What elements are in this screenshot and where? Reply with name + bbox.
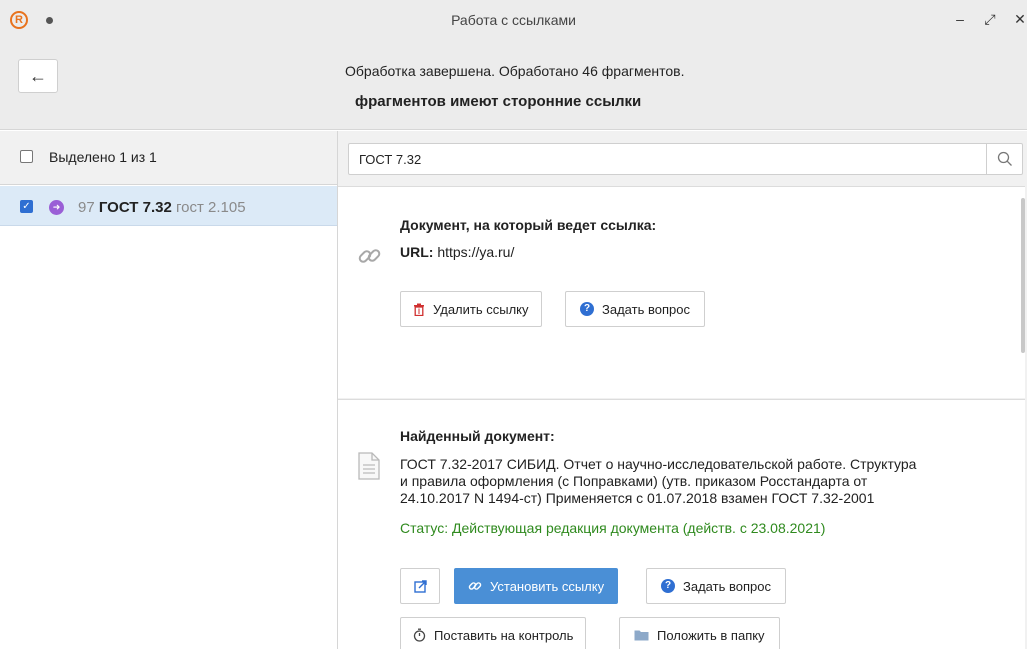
ask-question-button[interactable]: ? Задать вопрос (565, 291, 705, 327)
select-all-checkbox[interactable] (20, 150, 33, 163)
link-target-heading: Документ, на который ведет ссылка: (400, 217, 657, 233)
link-target-card: Документ, на который ведет ссылка: URL: … (338, 186, 1025, 398)
folder-icon (634, 630, 649, 641)
list-item[interactable]: ✓ ➜ 97 ГОСТ 7.32 гост 2.105 (0, 186, 337, 226)
document-status: Статус: Действующая редакция документа (… (400, 520, 826, 536)
ask-question-button[interactable]: ? Задать вопрос (646, 568, 786, 604)
trash-icon (414, 303, 424, 316)
found-document-description: ГОСТ 7.32-2017 СИБИД. Отчет о научно-исс… (400, 456, 916, 507)
details-panel: Документ, на который ведет ссылка: URL: … (338, 131, 1027, 649)
search-box (348, 143, 1023, 175)
stopwatch-icon (413, 628, 426, 642)
item-name: ГОСТ 7.32 (98, 199, 172, 216)
item-checkbox[interactable]: ✓ (20, 200, 33, 213)
select-all-row: Выделено 1 из 1 (0, 131, 337, 185)
list-item-text: 97 ГОСТ 7.32 гост 2.105 (78, 199, 246, 216)
ask-question-label: Задать вопрос (683, 578, 771, 594)
question-icon: ? (580, 302, 594, 316)
url-line: URL: https://ya.ru/ (400, 244, 514, 260)
found-document-card: Найденный документ: ГОСТ 7.32-2017 СИБИД… (338, 399, 1025, 649)
ask-question-label: Задать вопрос (602, 301, 690, 317)
selection-count-label: Выделено 1 из 1 (49, 149, 157, 165)
item-extra: гост 2.105 (176, 199, 246, 216)
question-icon: ? (661, 579, 675, 593)
window-title: Работа с ссылками (451, 12, 576, 28)
search-icon (997, 151, 1012, 166)
restore-button[interactable]: ⤢ (982, 11, 998, 27)
header: ← Обработка завершена. Обработано 46 фра… (0, 40, 1027, 130)
link-icon (358, 249, 381, 263)
link-icon (468, 582, 482, 590)
minimize-button[interactable]: – (952, 11, 968, 27)
reference-arrow-icon: ➜ (49, 200, 64, 215)
document-icon (358, 452, 380, 480)
external-link-icon (413, 579, 427, 593)
search-input[interactable] (349, 144, 985, 174)
set-link-button[interactable]: Установить ссылку (454, 568, 619, 604)
page-subtitle: фрагментов имеют сторонние ссылки (355, 93, 642, 110)
details-scrollbar[interactable] (1021, 198, 1025, 353)
arrow-left-icon: ← (29, 65, 47, 86)
description-line: ГОСТ 7.32-2017 СИБИД. Отчет о научно-исс… (400, 456, 917, 472)
close-button[interactable]: ✕ (1012, 11, 1027, 27)
add-to-folder-button[interactable]: Положить в папку (619, 617, 780, 649)
url-label: URL: (400, 244, 434, 260)
description-line: и правила оформления (с Поправками) (утв… (400, 473, 868, 489)
url-value: https://ya.ru/ (437, 244, 515, 260)
put-on-control-label: Поставить на контроль (434, 627, 574, 643)
open-document-button[interactable] (400, 568, 440, 604)
delete-link-label: Удалить ссылку (433, 301, 529, 317)
fragments-list-panel: Выделено 1 из 1 ✓ ➜ 97 ГОСТ 7.32 гост 2.… (0, 131, 338, 649)
put-on-control-button[interactable]: Поставить на контроль (400, 617, 587, 649)
description-line: 24.10.2017 N 1494-ст) Применяется с 01.0… (400, 490, 875, 506)
item-number: 97 (78, 199, 95, 216)
title-bar: R Работа с ссылками – ⤢ ✕ (0, 0, 1027, 40)
set-link-label: Установить ссылку (490, 578, 605, 594)
found-document-heading: Найденный документ: (400, 428, 555, 444)
search-button[interactable] (986, 144, 1022, 174)
processing-status: Обработка завершена. Обработано 46 фрагм… (345, 63, 685, 79)
add-to-folder-label: Положить в папку (657, 627, 765, 643)
back-button[interactable]: ← (18, 59, 58, 93)
delete-link-button[interactable]: Удалить ссылку (400, 291, 542, 327)
